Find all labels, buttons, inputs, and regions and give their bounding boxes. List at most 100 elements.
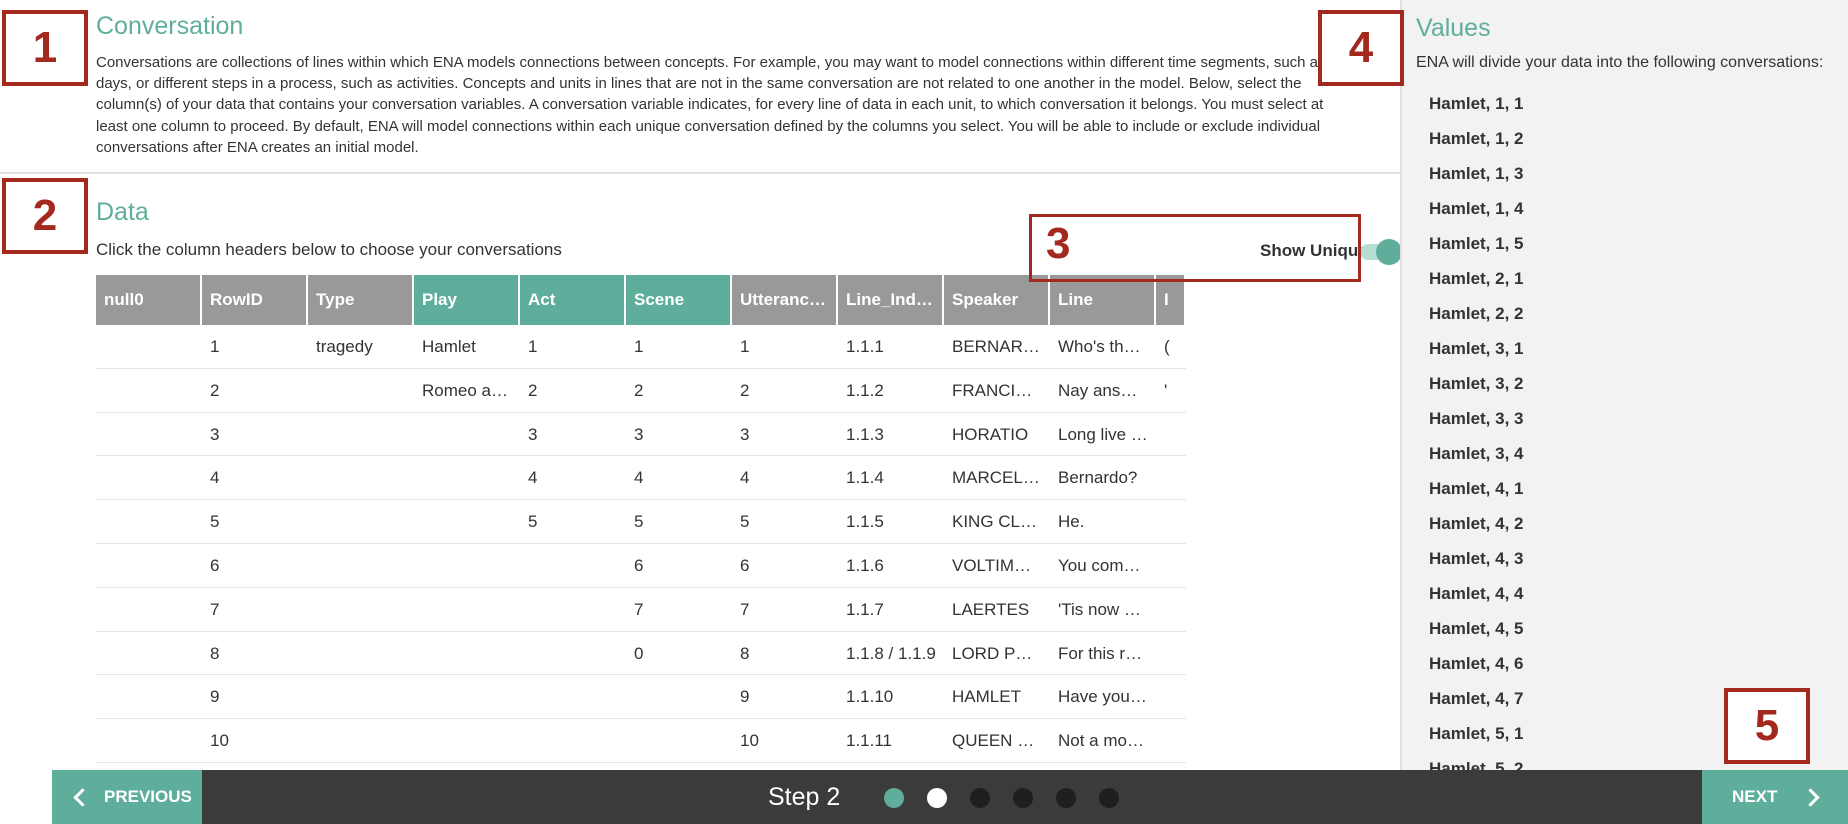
footer-bar: PREVIOUS Step 2 NEXT <box>52 770 1848 824</box>
table-cell: He. <box>1058 512 1085 532</box>
table-cell: 4 <box>528 468 538 488</box>
table-cell: Bernardo? <box>1058 468 1138 488</box>
table-cell: ( <box>1164 337 1170 356</box>
column-header[interactable]: Speaker <box>944 275 1050 325</box>
callout-3-box: 3 <box>1029 214 1361 282</box>
table-cell: 2 <box>740 380 750 400</box>
conversation-description: Conversations are collections of lines w… <box>96 54 1326 156</box>
previous-label: PREVIOUS <box>104 787 192 806</box>
table-cell: BERNARDO <box>952 337 1049 356</box>
table-cell: 10 <box>210 731 229 751</box>
conversation-title: Conversation <box>96 12 244 40</box>
values-description: ENA will divide your data into the follo… <box>1416 54 1824 71</box>
table-cell: LAERTES <box>952 599 1030 619</box>
table-cell <box>308 588 414 631</box>
value-item: Hamlet, 1, 4 <box>1429 199 1524 218</box>
table-cell: 5 <box>634 512 644 532</box>
table-cell: 5 <box>740 512 750 532</box>
main-area: Conversation Conversations are collectio… <box>0 0 1400 770</box>
table-cell: Long live th… <box>1058 424 1156 444</box>
table-cell: 5 <box>528 512 538 532</box>
table-cell <box>308 500 414 543</box>
table-cell <box>1156 413 1186 456</box>
column-header[interactable]: Scene <box>626 275 732 325</box>
unique-values-toggle[interactable] <box>1360 239 1400 265</box>
table-cell: 1.1.11 <box>846 731 893 751</box>
table-cell <box>96 500 202 543</box>
values-panel: Values ENA will divide your data into th… <box>1400 0 1848 770</box>
column-header[interactable]: I <box>1156 275 1186 325</box>
table-cell: Romeo and… <box>422 380 520 400</box>
value-item: Hamlet, 4, 4 <box>1429 584 1524 603</box>
value-item: Hamlet, 1, 5 <box>1429 234 1524 253</box>
value-item: Hamlet, 4, 7 <box>1429 689 1524 708</box>
table-cell: For this reli… <box>1058 643 1156 663</box>
table-row: 1 tragedy Hamlet 1 1 1 1.1.1 BERNARDO Who's ther… <box>96 325 1186 369</box>
table-cell: You come … <box>1058 555 1155 575</box>
table-header: null0 RowID Type Play Act Scene Utterance_… Lin… <box>96 275 1186 325</box>
step-dot[interactable] <box>927 788 947 808</box>
table-cell: ' <box>1164 380 1168 400</box>
column-header[interactable]: Act <box>520 275 626 325</box>
column-header[interactable]: RowID <box>202 275 308 325</box>
table-cell: 1.1.4 <box>846 468 884 488</box>
column-header[interactable]: Line <box>1050 275 1156 325</box>
table-cell: 1 <box>210 337 220 356</box>
value-item: Hamlet, 4, 3 <box>1429 549 1524 568</box>
value-item: Hamlet, 1, 1 <box>1429 94 1524 113</box>
column-header[interactable]: null0 <box>96 275 202 325</box>
next-button[interactable]: NEXT <box>1702 770 1848 824</box>
table-cell: Hamlet <box>422 337 476 356</box>
table-cell: 9 <box>740 687 750 707</box>
table-cell: LORD POL… <box>952 643 1050 663</box>
table-row: 5 5 5 5 1.1.5 KING CLA… He. <box>96 500 1186 544</box>
value-item: Hamlet, 3, 4 <box>1429 444 1524 463</box>
column-header[interactable]: Line_Index <box>838 275 944 325</box>
table-cell <box>414 413 520 456</box>
table-cell: 1.1.5 <box>846 512 884 532</box>
table-cell <box>414 632 520 675</box>
table-cell: 8 <box>740 643 750 663</box>
data-title: Data <box>96 198 149 226</box>
table-cell <box>1156 588 1186 631</box>
column-header[interactable]: Play <box>414 275 520 325</box>
section-divider <box>0 172 1400 174</box>
table-cell <box>1156 632 1186 675</box>
previous-button[interactable]: PREVIOUS <box>52 770 202 824</box>
step-dot[interactable] <box>884 788 904 808</box>
value-item: Hamlet, 5, 2 <box>1429 759 1524 770</box>
table-cell: 2 <box>634 380 644 400</box>
table-cell <box>414 588 520 631</box>
table-cell <box>308 675 414 718</box>
table-cell: 1 <box>634 337 644 356</box>
value-item: Hamlet, 1, 3 <box>1429 164 1524 183</box>
table-row: 6 6 6 1.1.6 VOLTIMAND You come … <box>96 544 1186 588</box>
table-cell: 0 <box>634 643 644 663</box>
table-body: 1 tragedy Hamlet 1 1 1 1.1.1 BERNARDO Who's ther… <box>96 325 1186 763</box>
table-cell <box>308 456 414 499</box>
table-cell: 1.1.1 <box>846 337 884 356</box>
callout-4: 4 <box>1318 10 1404 86</box>
table-cell <box>520 632 626 675</box>
chevron-left-icon <box>73 788 92 807</box>
step-dot[interactable] <box>970 788 990 808</box>
table-cell: 10 <box>740 731 759 751</box>
column-header[interactable]: Type <box>308 275 414 325</box>
step-dot[interactable] <box>1013 788 1033 808</box>
callout-2: 2 <box>2 178 88 254</box>
table-cell: 3 <box>740 424 750 444</box>
table-cell: 2 <box>528 380 538 400</box>
step-dot[interactable] <box>1056 788 1076 808</box>
table-row: 4 4 4 4 1.1.4 MARCELLUS Bernardo? <box>96 456 1186 501</box>
table-cell: VOLTIMAND <box>952 555 1050 575</box>
toggle-knob[interactable] <box>1376 239 1400 265</box>
step-dot[interactable] <box>1099 788 1119 808</box>
value-item: Hamlet, 5, 1 <box>1429 724 1524 743</box>
table-cell <box>96 413 202 456</box>
table-row: 3 3 3 3 1.1.3 HORATIO Long live th… <box>96 413 1186 457</box>
table-cell <box>96 325 202 368</box>
table-cell <box>414 675 520 718</box>
value-item: Hamlet, 4, 2 <box>1429 514 1524 533</box>
table-cell <box>520 588 626 631</box>
column-header[interactable]: Utterance_… <box>732 275 838 325</box>
